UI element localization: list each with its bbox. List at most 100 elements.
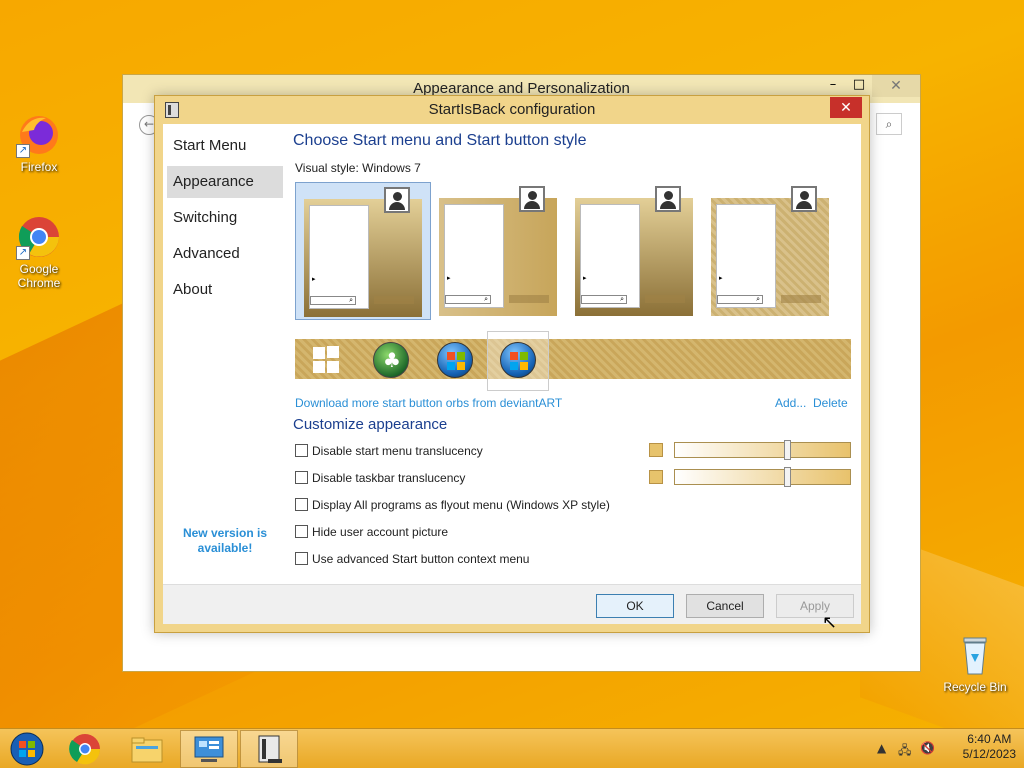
visual-style-label: Visual style:	[295, 161, 359, 175]
windows-flag-icon	[447, 352, 465, 370]
taskbar-control-panel[interactable]	[180, 730, 238, 768]
appearance-panel: Choose Start menu and Start button style…	[293, 124, 861, 584]
desktop-icon-label: Firefox	[20, 160, 58, 174]
option-advanced-context-menu[interactable]: Use advanced Start button context menu	[295, 552, 529, 568]
style-preview: ▸ ⌕	[711, 198, 829, 316]
windows-7-orb[interactable]	[437, 342, 473, 378]
nav-item-appearance[interactable]: Appearance	[167, 166, 283, 198]
desktop-icon-firefox[interactable]: ↗ Firefox	[4, 112, 74, 174]
minimize-button[interactable]: –	[819, 75, 847, 97]
search-icon: ⌕	[581, 295, 627, 304]
system-clock[interactable]: 6:40 AM 5/12/2023	[963, 732, 1016, 762]
file-explorer-icon	[131, 737, 163, 763]
search-icon: ⌕	[310, 296, 356, 305]
slider-thumb[interactable]	[784, 440, 791, 460]
start-orb-strip: ♣	[295, 331, 851, 391]
chrome-icon: ↗	[16, 214, 62, 260]
style-thumbnail-1[interactable]: ▸ ⌕	[295, 182, 431, 320]
user-picture-icon	[384, 187, 410, 213]
windows-7-orb-selected[interactable]	[500, 342, 536, 378]
desktop-icon-recycle-bin[interactable]: Recycle Bin	[940, 632, 1010, 694]
visual-style-row: Visual style: Windows 7	[295, 161, 421, 175]
arrow-icon: ▸	[447, 274, 451, 282]
checkbox[interactable]	[295, 498, 308, 511]
user-picture-icon	[519, 186, 545, 212]
search-icon[interactable]: ⌕	[876, 113, 902, 135]
taskbar-file-explorer[interactable]	[118, 730, 176, 768]
style-preview: ▸ ⌕	[304, 199, 422, 317]
style-thumbnail-3[interactable]: ▸ ⌕	[567, 182, 703, 320]
network-icon[interactable]: 🖧	[898, 741, 911, 762]
start-menu-color-swatch[interactable]	[649, 443, 663, 457]
checkbox[interactable]	[295, 471, 308, 484]
startisback-configuration-dialog: StartIsBack configuration ✕ Start Menu A…	[154, 95, 870, 633]
customize-heading: Customize appearance	[293, 416, 448, 433]
ok-button[interactable]: OK	[596, 594, 674, 618]
dialog-body: Start Menu Appearance Switching Advanced…	[163, 124, 861, 624]
nav-item-advanced[interactable]: Advanced	[167, 238, 283, 270]
nav-item-switching[interactable]: Switching	[167, 202, 283, 234]
dialog-footer: OK Cancel Apply	[163, 584, 861, 624]
dialog-title: StartIsBack configuration	[428, 101, 596, 118]
show-hidden-icons[interactable]: ▲	[877, 741, 886, 755]
download-orbs-link[interactable]: Download more start button orbs from dev…	[295, 396, 562, 410]
arrow-icon: ▸	[719, 274, 723, 282]
style-preview: ▸ ⌕	[575, 198, 693, 316]
windows-flag-icon	[510, 352, 528, 370]
shortcut-arrow-icon: ↗	[16, 246, 30, 260]
start-menu-translucency-slider[interactable]	[674, 440, 851, 460]
startisback-app-icon	[165, 102, 179, 118]
checkbox[interactable]	[295, 525, 308, 538]
clock-time: 6:40 AM	[967, 732, 1012, 746]
user-picture-icon	[791, 186, 817, 212]
option-hide-user-picture[interactable]: Hide user account picture	[295, 525, 448, 541]
new-version-link[interactable]: New version is available!	[163, 526, 287, 556]
search-icon: ⌕	[445, 295, 491, 304]
taskbar-translucency-slider[interactable]	[674, 467, 851, 487]
close-button[interactable]: ✕	[830, 97, 862, 118]
taskbar-startisback[interactable]	[240, 730, 298, 768]
option-disable-start-menu-translucency[interactable]: Disable start menu translucency	[295, 444, 483, 460]
taskbar-color-swatch[interactable]	[649, 470, 663, 484]
checkbox[interactable]	[295, 444, 308, 457]
chrome-icon	[69, 734, 101, 765]
taskbar-chrome[interactable]	[56, 730, 114, 768]
maximize-button[interactable]: □	[845, 75, 873, 97]
checkbox[interactable]	[295, 552, 308, 565]
style-heading: Choose Start menu and Start button style	[293, 132, 587, 149]
volume-muted-icon[interactable]: 🔇	[920, 741, 935, 755]
option-flyout-all-programs[interactable]: Display All programs as flyout menu (Win…	[295, 498, 610, 514]
delete-orb-link[interactable]: Delete	[813, 396, 848, 410]
settings-nav: Start Menu Appearance Switching Advanced…	[163, 124, 291, 584]
close-button[interactable]: ✕	[872, 75, 920, 97]
cancel-button[interactable]: Cancel	[686, 594, 764, 618]
add-orb-link[interactable]: Add...	[775, 396, 806, 410]
firefox-icon: ↗	[16, 112, 62, 158]
desktop-icon-label: Recycle Bin	[943, 680, 1007, 694]
start-button[interactable]	[0, 730, 58, 768]
visual-style-value: Windows 7	[362, 161, 421, 175]
shortcut-arrow-icon: ↗	[16, 144, 30, 158]
dialog-titlebar: StartIsBack configuration ✕	[155, 96, 869, 124]
arrow-icon: ▸	[312, 275, 316, 283]
clock-date: 5/12/2023	[962, 747, 1016, 761]
clover-icon: ♣	[383, 348, 401, 372]
mouse-pointer-icon: ↖	[822, 612, 838, 633]
nav-item-start-menu[interactable]: Start Menu	[167, 130, 283, 162]
clover-orb[interactable]: ♣	[373, 342, 409, 378]
style-thumbnail-2[interactable]: ▸ ⌕	[431, 182, 567, 320]
style-preview: ▸ ⌕	[439, 198, 557, 316]
desktop-icon-chrome[interactable]: ↗ Google Chrome	[4, 214, 74, 290]
start-orb-icon	[10, 732, 44, 766]
style-thumbnail-4[interactable]: ▸ ⌕	[703, 182, 839, 320]
option-disable-taskbar-translucency[interactable]: Disable taskbar translucency	[295, 471, 465, 487]
control-panel-icon	[194, 736, 224, 762]
recycle-bin-icon	[952, 632, 998, 678]
arrow-icon: ▸	[583, 274, 587, 282]
apply-button[interactable]: Apply	[776, 594, 854, 618]
slider-thumb[interactable]	[784, 467, 791, 487]
user-picture-icon	[655, 186, 681, 212]
windows-8-logo-orb[interactable]	[309, 342, 345, 378]
desktop-icon-label: Google Chrome	[17, 262, 61, 290]
nav-item-about[interactable]: About	[167, 274, 283, 306]
